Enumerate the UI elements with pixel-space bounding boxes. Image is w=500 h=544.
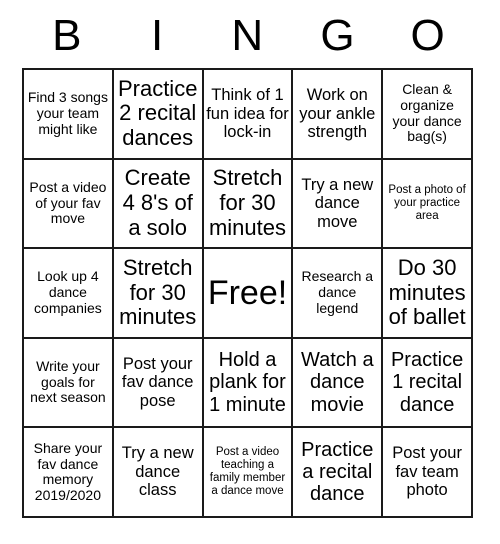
bingo-cell-r3c5[interactable]: Do 30 minutes of ballet xyxy=(383,249,473,339)
bingo-header-letter-g: G xyxy=(320,11,356,60)
bingo-cell-text: Research a dance legend xyxy=(301,268,374,316)
bingo-cell-text: Hold a plank for 1 minute xyxy=(209,349,286,416)
bingo-cell-r1c5[interactable]: Clean & organize your dance bag(s) xyxy=(383,70,473,160)
bingo-cell-r5c3[interactable]: Post a video teaching a family member a … xyxy=(203,428,294,518)
bingo-cell-r3c2[interactable]: Stretch for 30 minutes xyxy=(113,249,204,339)
bingo-header-letters: B I N G O xyxy=(22,8,473,64)
bingo-cell-r1c4[interactable]: Work on your ankle strength xyxy=(293,70,384,160)
bingo-cell-r2c4[interactable]: Try a new dance move xyxy=(293,159,384,250)
bingo-cell-text: Create 4 8's of a solo xyxy=(122,165,193,240)
bingo-cell-r4c2[interactable]: Post your fav dance pose xyxy=(113,338,204,429)
bingo-cell-text: Write your goals for next season xyxy=(30,358,106,406)
bingo-cell-text: Post a video of your fav move xyxy=(29,178,107,227)
bingo-header-letter-o: O xyxy=(410,11,446,60)
bingo-cell-text: Post your fav dance pose xyxy=(121,354,194,410)
bingo-card: B I N G O Find 3 songs your team might l… xyxy=(0,0,500,544)
bingo-cell-text: Think of 1 fun idea for lock-in xyxy=(206,86,289,142)
bingo-cell-text: Practice 2 recital dances xyxy=(117,75,198,151)
bingo-cell-r1c1[interactable]: Find 3 songs your team might like xyxy=(24,70,114,160)
bingo-cell-r1c3[interactable]: Think of 1 fun idea for lock-in xyxy=(203,70,294,160)
bingo-cell-text: Work on your ankle strength xyxy=(299,86,376,142)
bingo-cell-text: Post a video teaching a family member a … xyxy=(209,446,286,498)
bingo-cell-r5c4[interactable]: Practice a recital dance xyxy=(293,428,384,518)
bingo-cell-r2c2[interactable]: Create 4 8's of a solo xyxy=(113,159,204,250)
bingo-cell-text: Clean & organize your dance bag(s) xyxy=(392,81,462,145)
bingo-cell-text: Practice a recital dance xyxy=(301,438,374,506)
bingo-cell-text: Find 3 songs your team might like xyxy=(27,89,108,137)
bingo-cell-text: Practice 1 recital dance xyxy=(390,349,464,416)
bingo-cell-r4c1[interactable]: Write your goals for next season xyxy=(24,338,114,429)
bingo-cell-r2c1[interactable]: Post a video of your fav move xyxy=(24,159,114,250)
bingo-cell-free-space[interactable]: Free! xyxy=(203,249,294,339)
bingo-cell-r4c3[interactable]: Hold a plank for 1 minute xyxy=(203,338,294,429)
bingo-cell-text: Try a new dance class xyxy=(121,444,194,500)
bingo-cell-text: Stretch for 30 minutes xyxy=(119,255,197,330)
bingo-grid: Find 3 songs your team might like Practi… xyxy=(22,68,473,518)
bingo-header-letter-b: B xyxy=(52,11,83,60)
bingo-cell-r3c1[interactable]: Look up 4 dance companies xyxy=(24,249,114,339)
bingo-cell-r4c4[interactable]: Watch a dance movie xyxy=(293,338,384,429)
bingo-cell-text: Look up 4 dance companies xyxy=(34,268,102,316)
bingo-cell-r5c5[interactable]: Post your fav team photo xyxy=(383,428,473,518)
bingo-cell-text: Post your fav team photo xyxy=(392,444,462,500)
bingo-cell-text: Do 30 minutes of ballet xyxy=(388,255,466,330)
bingo-cell-r5c2[interactable]: Try a new dance class xyxy=(113,428,204,518)
bingo-cell-r3c4[interactable]: Research a dance legend xyxy=(293,249,384,339)
bingo-cell-r4c5[interactable]: Practice 1 recital dance xyxy=(383,338,473,429)
bingo-header-letter-i: I xyxy=(150,11,164,60)
bingo-cell-text: Try a new dance move xyxy=(301,175,374,231)
bingo-cell-text: Watch a dance movie xyxy=(300,349,374,416)
bingo-cell-text: Stretch for 30 minutes xyxy=(208,165,287,240)
bingo-cell-r2c5[interactable]: Post a photo of your practice area xyxy=(383,159,473,250)
bingo-cell-r1c2[interactable]: Practice 2 recital dances xyxy=(113,70,204,160)
bingo-cell-r2c3[interactable]: Stretch for 30 minutes xyxy=(203,159,294,250)
bingo-cell-text: Share your fav dance memory 2019/2020 xyxy=(33,439,103,503)
bingo-cell-r5c1[interactable]: Share your fav dance memory 2019/2020 xyxy=(24,428,114,518)
bingo-cell-text: Post a photo of your practice area xyxy=(388,184,466,222)
bingo-free-space-text: Free! xyxy=(207,273,288,312)
bingo-header-letter-n: N xyxy=(231,11,264,60)
